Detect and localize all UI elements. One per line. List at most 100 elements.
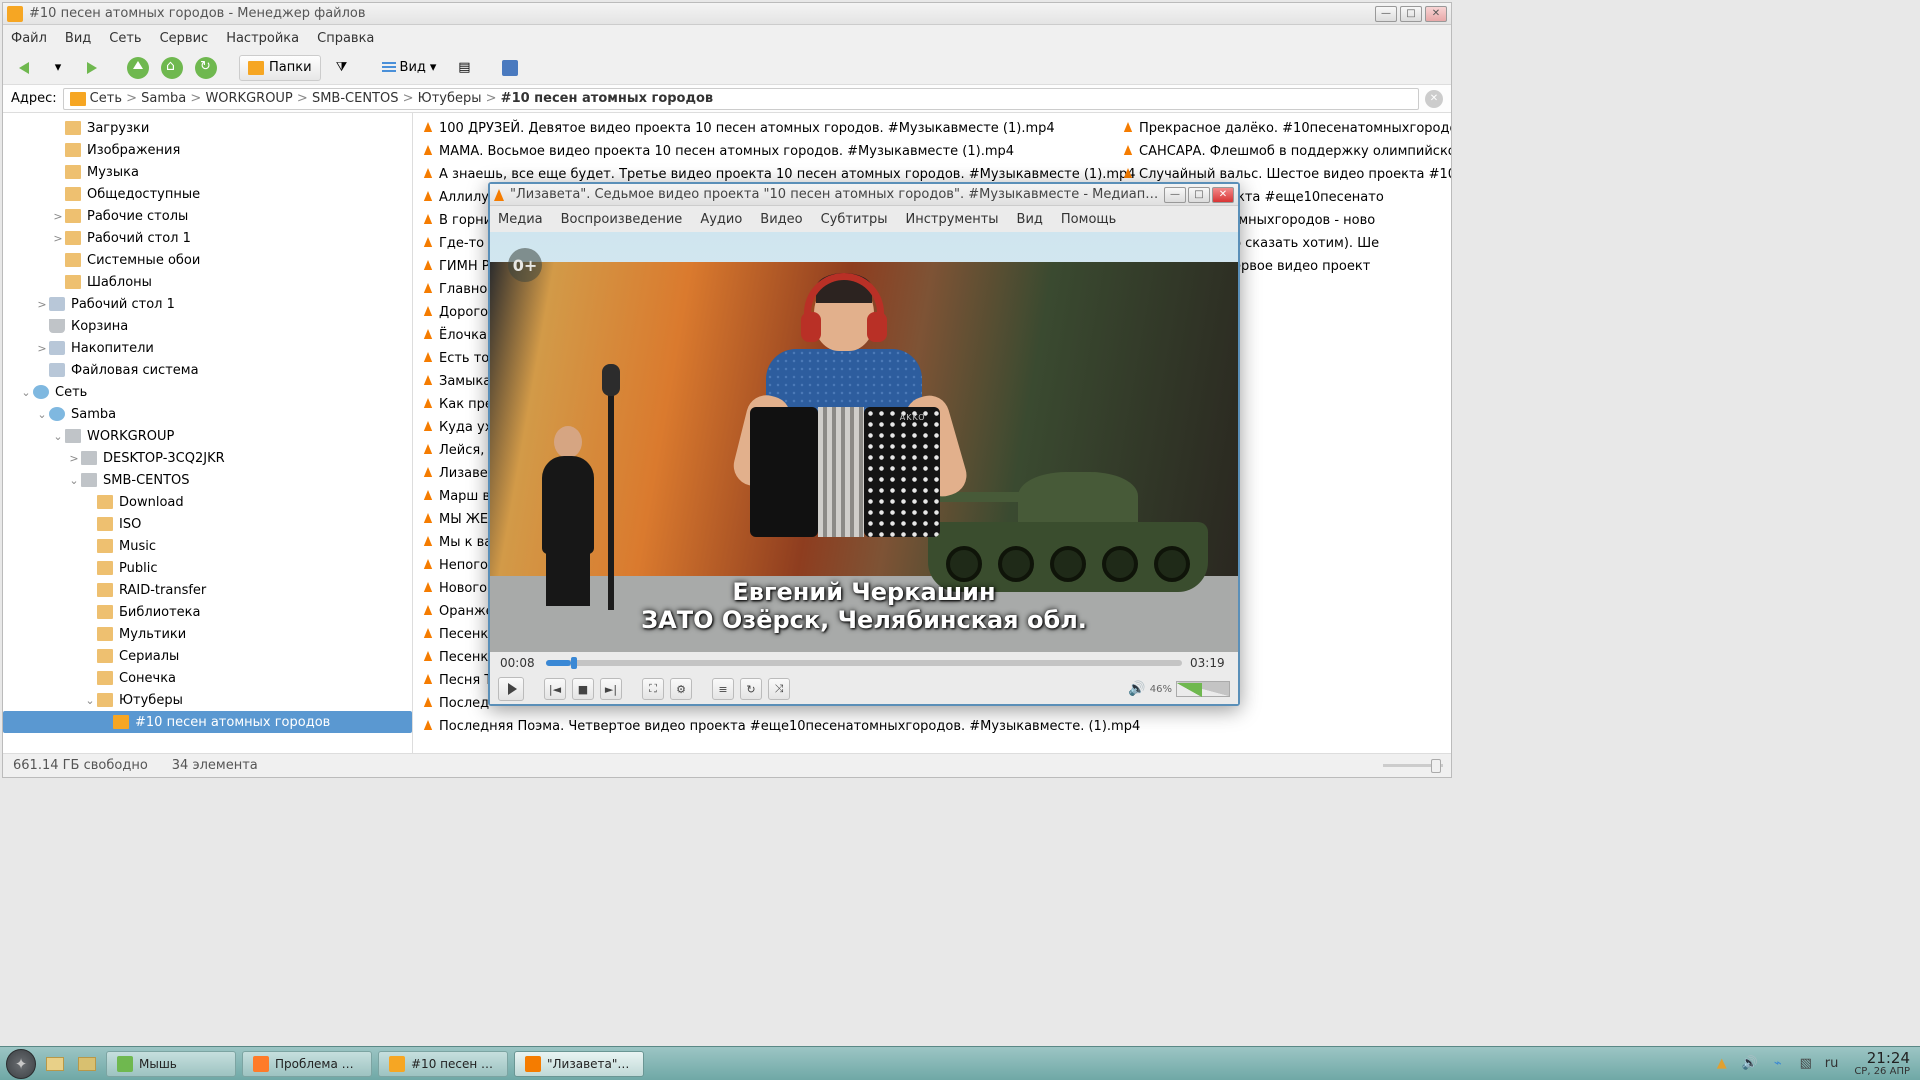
tree-item[interactable]: Сонечка [3, 667, 412, 689]
maximize-button[interactable]: □ [1400, 6, 1422, 22]
tree-item[interactable]: Файловая система [3, 359, 412, 381]
nav-back-dropdown[interactable]: ▾ [45, 55, 71, 81]
expand-icon[interactable]: ⌄ [83, 694, 97, 707]
vlc-menu-item[interactable]: Помощь [1061, 212, 1116, 227]
volume-slider[interactable] [1176, 681, 1230, 697]
vlc-maximize-button[interactable]: □ [1188, 187, 1210, 203]
vlc-menu-item[interactable]: Субтитры [821, 212, 888, 227]
tree-item[interactable]: >Рабочий стол 1 [3, 227, 412, 249]
tree-item[interactable]: Библиотека [3, 601, 412, 623]
zoom-slider[interactable] [282, 759, 1441, 773]
tray-volume-icon[interactable]: 🔊 [1741, 1055, 1759, 1073]
vlc-menu-item[interactable]: Инструменты [906, 212, 999, 227]
tree-item[interactable]: Изображения [3, 139, 412, 161]
tree-item[interactable]: Мультики [3, 623, 412, 645]
file-item[interactable]: Прекрасное далёко. #10песенатомныхгородо… [1121, 117, 1451, 139]
ext-settings-button[interactable]: ⚙ [670, 678, 692, 700]
tree-item[interactable]: ⌄Сеть [3, 381, 412, 403]
tree-item[interactable]: >Рабочий стол 1 [3, 293, 412, 315]
tree-item[interactable]: #10 песен атомных городов [3, 711, 412, 733]
tree-item[interactable]: Сериалы [3, 645, 412, 667]
tree-item[interactable]: Шаблоны [3, 271, 412, 293]
tree-item[interactable]: Системные обои [3, 249, 412, 271]
tree-item[interactable]: ⌄SMB-CENTOS [3, 469, 412, 491]
taskbar-task[interactable]: "Лизавета". Сед… [514, 1051, 644, 1077]
expand-icon[interactable]: ⌄ [51, 430, 65, 443]
breadcrumb-segment[interactable]: SMB-CENTOS [312, 91, 399, 106]
expand-icon[interactable]: ⌄ [67, 474, 81, 487]
fm-menu-item[interactable]: Сеть [109, 31, 141, 46]
vlc-menu-item[interactable]: Аудио [700, 212, 742, 227]
volume-icon[interactable]: 🔊 [1128, 681, 1145, 697]
prev-button[interactable]: |◄ [544, 678, 566, 700]
vlc-titlebar[interactable]: "Лизавета". Седьмое видео проекта "10 пе… [490, 184, 1238, 206]
file-item[interactable]: МАМА. Восьмое видео проекта 10 песен ато… [421, 140, 1121, 162]
file-item[interactable]: Последняя Поэма. Четвертое видео проекта… [421, 715, 1121, 737]
file-manager-launcher[interactable] [74, 1051, 100, 1077]
show-desktop-button[interactable] [42, 1051, 68, 1077]
vlc-minimize-button[interactable]: — [1164, 187, 1186, 203]
file-item[interactable]: САНСАРА. Флешмоб в поддержку олимпийской… [1121, 140, 1451, 162]
tree-item[interactable]: >Рабочие столы [3, 205, 412, 227]
breadcrumb-segment[interactable]: Samba [141, 91, 186, 106]
fullscreen-button[interactable]: ⛶ [642, 678, 664, 700]
expand-icon[interactable]: ⌄ [19, 386, 33, 399]
expand-icon[interactable]: > [67, 452, 81, 465]
tree-item[interactable]: Общедоступные [3, 183, 412, 205]
nav-back-button[interactable] [11, 55, 37, 81]
folder-tree[interactable]: ЗагрузкиИзображенияМузыкаОбщедоступные>Р… [3, 113, 413, 753]
tree-item[interactable]: >DESKTOP-3CQ2JKR [3, 447, 412, 469]
start-button[interactable] [6, 1049, 36, 1079]
vlc-menu-item[interactable]: Вид [1017, 212, 1043, 227]
tray-updates-icon[interactable]: ▲ [1713, 1055, 1731, 1073]
tree-item[interactable]: ⌄Ютуберы [3, 689, 412, 711]
fm-titlebar[interactable]: #10 песен атомных городов - Менеджер фай… [3, 3, 1451, 25]
nav-up-button[interactable] [125, 55, 151, 81]
fm-menu-item[interactable]: Настройка [226, 31, 299, 46]
breadcrumb-segment[interactable]: Ютуберы [418, 91, 482, 106]
view-mode-button[interactable]: Вид ▾ [375, 55, 444, 81]
breadcrumb-segment[interactable]: WORKGROUP [205, 91, 292, 106]
fm-menu-item[interactable]: Вид [65, 31, 91, 46]
tree-item[interactable]: Загрузки [3, 117, 412, 139]
nav-home-button[interactable] [159, 55, 185, 81]
expand-icon[interactable]: > [35, 342, 49, 355]
vlc-menu-item[interactable]: Воспроизведение [561, 212, 683, 227]
taskbar-task[interactable]: Мышь [106, 1051, 236, 1077]
expand-icon[interactable]: > [51, 210, 65, 223]
taskbar-task[interactable]: #10 песен атом… [378, 1051, 508, 1077]
breadcrumb-segment[interactable]: Сеть [90, 91, 122, 106]
app-indicator-icon[interactable] [497, 55, 523, 81]
expand-icon[interactable]: > [51, 232, 65, 245]
file-item[interactable]: 100 ДРУЗЕЙ. Девятое видео проекта 10 пес… [421, 117, 1121, 139]
close-button[interactable]: ✕ [1425, 6, 1447, 22]
vlc-menu-item[interactable]: Медиа [498, 212, 543, 227]
breadcrumb-segment[interactable]: #10 песен атомных городов [501, 91, 713, 106]
stop-button[interactable]: ■ [572, 678, 594, 700]
vlc-close-button[interactable]: ✕ [1212, 187, 1234, 203]
tree-item[interactable]: Корзина [3, 315, 412, 337]
nav-forward-button[interactable] [79, 55, 105, 81]
seek-slider[interactable] [546, 660, 1182, 666]
loop-button[interactable]: ↻ [740, 678, 762, 700]
tree-item[interactable]: Download [3, 491, 412, 513]
shuffle-button[interactable]: ⤨ [768, 678, 790, 700]
tree-item[interactable]: ⌄WORKGROUP [3, 425, 412, 447]
expand-icon[interactable]: > [35, 298, 49, 311]
nav-refresh-button[interactable] [193, 55, 219, 81]
clock[interactable]: 21:24 СР, 26 АПР [1854, 1050, 1910, 1078]
fm-menu-item[interactable]: Сервис [160, 31, 209, 46]
taskbar-task[interactable]: Проблема при … [242, 1051, 372, 1077]
vlc-menu-item[interactable]: Видео [760, 212, 802, 227]
tree-item[interactable]: Music [3, 535, 412, 557]
tree-item[interactable]: ⌄Samba [3, 403, 412, 425]
playlist-button[interactable]: ≡ [712, 678, 734, 700]
expand-icon[interactable]: ⌄ [35, 408, 49, 421]
clear-address-button[interactable]: ✕ [1425, 90, 1443, 108]
tray-bluetooth-icon[interactable]: ⌁ [1769, 1055, 1787, 1073]
filter-button[interactable]: ⧩ [329, 55, 355, 81]
tree-item[interactable]: >Накопители [3, 337, 412, 359]
video-area[interactable]: AKKO 0+ Евгений Черкашин ЗАТО Озёрск, Че… [490, 232, 1238, 652]
breadcrumb-box[interactable]: Сеть > Samba > WORKGROUP > SMB-CENTOS > … [63, 88, 1419, 110]
next-button[interactable]: ►| [600, 678, 622, 700]
